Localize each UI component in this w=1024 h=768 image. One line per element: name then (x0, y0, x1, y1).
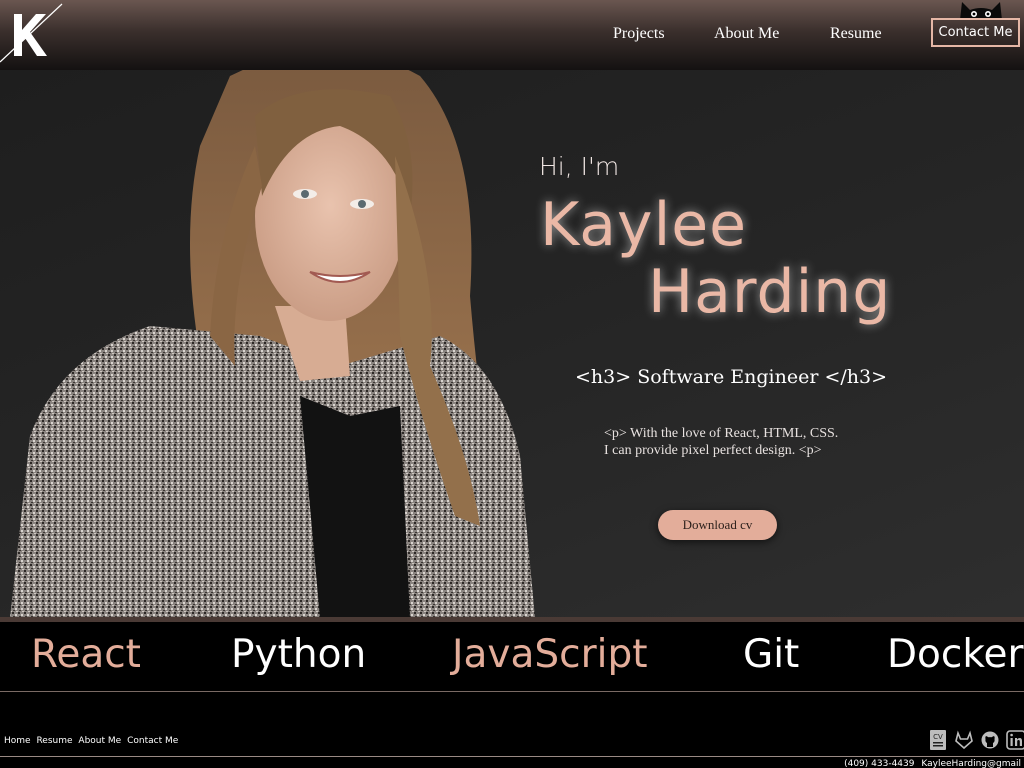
hero-greeting: Hi, I'm (539, 152, 620, 181)
footer-email[interactable]: KayleeHarding@gmail (921, 759, 1021, 768)
contact-me-button[interactable]: Contact Me (931, 18, 1020, 47)
download-cv-button[interactable]: Download cv (658, 510, 777, 540)
cat-peek-icon (960, 2, 1002, 20)
nav-projects[interactable]: Projects (613, 25, 665, 43)
skills-divider (0, 617, 1024, 622)
site-footer: Home Resume About Me Contact Me CV (409)… (0, 693, 1024, 768)
skills-marquee: React Python JavaScript Git Docker (0, 622, 1024, 692)
skill-git: Git (743, 632, 800, 677)
footer-divider (0, 756, 1024, 757)
github-icon[interactable] (980, 729, 1000, 751)
footer-link-about[interactable]: About Me (78, 736, 121, 746)
skill-docker: Docker (887, 632, 1024, 677)
hero-last-name: Harding (648, 257, 892, 327)
cv-icon[interactable]: CV (928, 729, 948, 751)
tagline-line-1: <p> With the love of React, HTML, CSS. (604, 426, 839, 441)
footer-contact: (409) 433-4439 KayleeHarding@gmail (840, 759, 1021, 768)
skill-react: React (31, 632, 141, 677)
site-header: Projects About Me Resume Contact Me (0, 0, 1024, 70)
skill-python: Python (231, 632, 367, 677)
linkedin-icon[interactable] (1006, 729, 1024, 751)
logo-k-icon[interactable] (0, 0, 70, 66)
footer-link-contact[interactable]: Contact Me (127, 736, 178, 746)
portrait-photo (10, 51, 535, 618)
gitlab-icon[interactable] (954, 729, 974, 751)
hero-role: <h3> Software Engineer </h3> (575, 366, 888, 388)
tagline-line-2: I can provide pixel perfect design. <p> (604, 443, 822, 458)
hero-tagline: <p> With the love of React, HTML, CSS. I… (604, 425, 838, 459)
footer-phone[interactable]: (409) 433-4439 (844, 759, 914, 768)
skill-javascript: JavaScript (452, 632, 648, 677)
hero-first-name: Kaylee (540, 190, 748, 260)
footer-link-home[interactable]: Home (4, 736, 31, 746)
footer-link-resume[interactable]: Resume (36, 736, 72, 746)
nav-about-me[interactable]: About Me (714, 25, 779, 43)
svg-text:CV: CV (933, 733, 943, 741)
nav-resume[interactable]: Resume (830, 25, 882, 43)
footer-nav: Home Resume About Me Contact Me (4, 736, 181, 746)
